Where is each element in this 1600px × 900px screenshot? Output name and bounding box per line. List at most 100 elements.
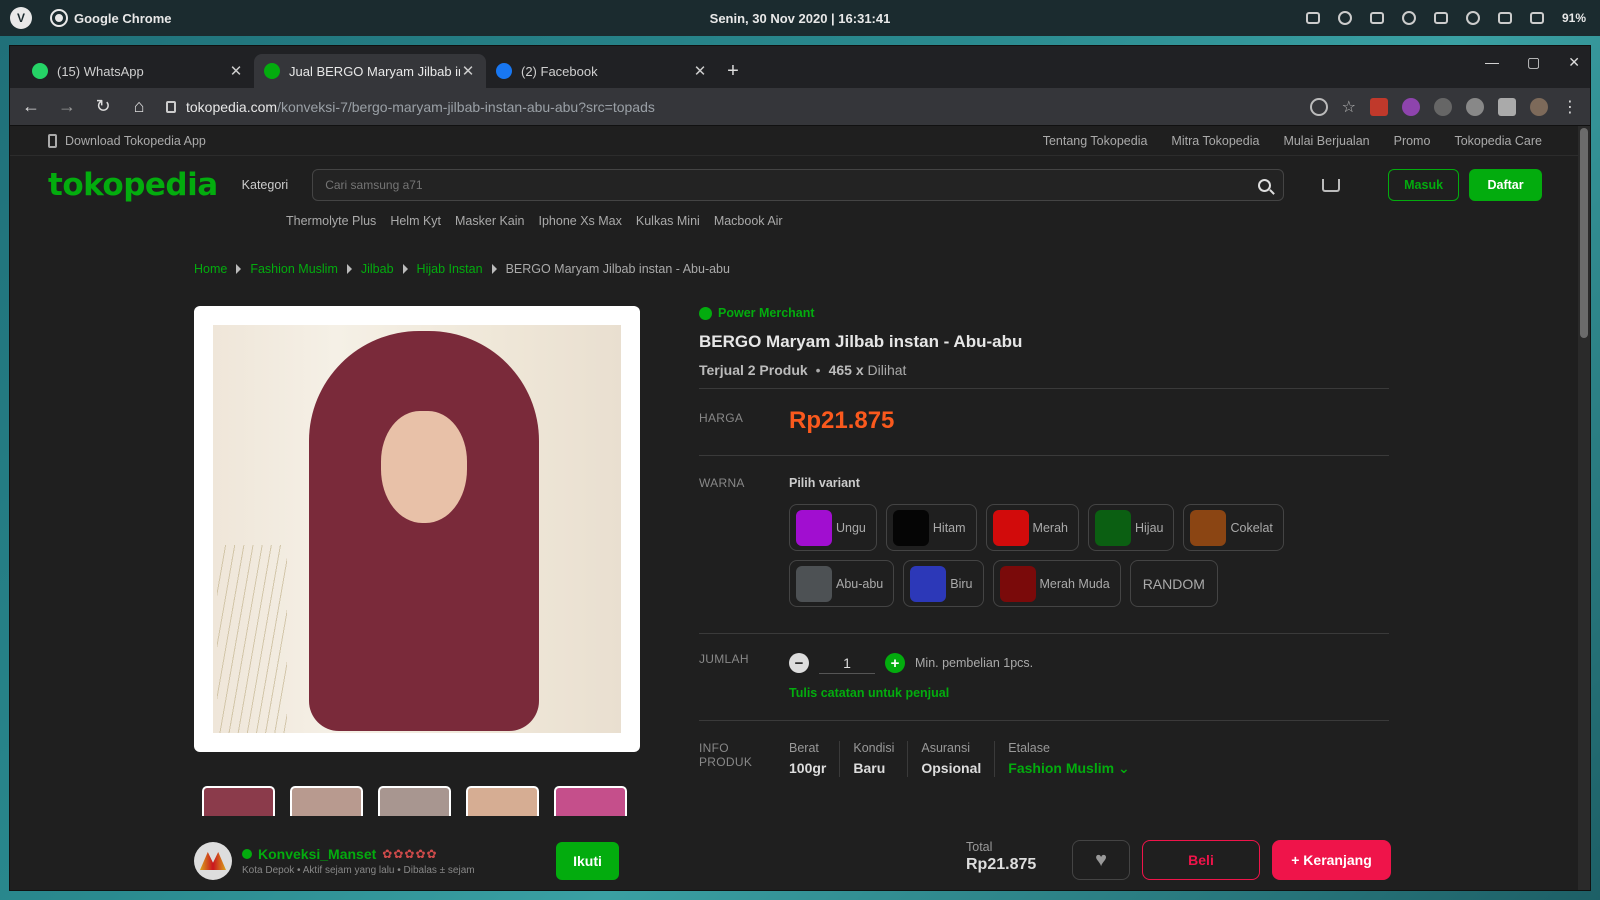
star-icon[interactable]: ☆ <box>1342 97 1356 117</box>
thumbnail[interactable] <box>466 786 539 816</box>
seller-avatar[interactable] <box>194 842 232 880</box>
breadcrumb-home[interactable]: Home <box>194 262 227 276</box>
trending-item[interactable]: Macbook Air <box>714 214 783 234</box>
price-row: HARGA Rp21.875 <box>699 389 1389 455</box>
trending-item[interactable]: Thermolyte Plus <box>286 214 376 234</box>
trending-item[interactable]: Kulkas Mini <box>636 214 700 234</box>
badge-label: Power Merchant <box>718 306 815 320</box>
wifi-icon[interactable] <box>1465 11 1480 25</box>
link-mitra[interactable]: Mitra Tokopedia <box>1171 134 1259 148</box>
close-tab-icon[interactable]: ✕ <box>460 62 476 80</box>
cloud-icon[interactable] <box>1305 12 1320 24</box>
variant-hijau[interactable]: Hijau <box>1087 504 1175 551</box>
tokopedia-logo[interactable]: tokopedia <box>48 167 218 203</box>
new-tab-button[interactable]: + <box>718 54 748 88</box>
info-label: INFO PRODUK <box>699 741 789 777</box>
variant-merah[interactable]: Merah <box>985 504 1079 551</box>
volume-icon[interactable] <box>1497 12 1512 24</box>
scrollbar-thumb[interactable] <box>1580 128 1588 338</box>
tab-title: (2) Facebook <box>521 63 598 79</box>
page-scrollbar[interactable] <box>1578 126 1590 890</box>
product-info: Power Merchant BERGO Maryam Jilbab insta… <box>699 306 1389 797</box>
variant-options: Ungu Hitam Merah Hijau Cokelat Abu-abu B… <box>789 504 1359 607</box>
thumbnail[interactable] <box>202 786 275 816</box>
rocket-icon[interactable] <box>1434 97 1452 116</box>
url-path: /konveksi-7/bergo-maryam-jilbab-instan-a… <box>277 98 655 115</box>
breadcrumb-hijab-instan[interactable]: Hijab Instan <box>417 262 483 276</box>
add-icon[interactable] <box>1309 97 1328 116</box>
clipboard-icon[interactable] <box>1433 12 1448 24</box>
breadcrumb-fashion-muslim[interactable]: Fashion Muslim <box>250 262 338 276</box>
tab-whatsapp[interactable]: (15) WhatsApp ✕ <box>22 54 254 88</box>
variant-abu-abu[interactable]: Abu-abu <box>789 560 895 607</box>
decrease-qty-button[interactable]: − <box>789 653 809 673</box>
variant-random[interactable]: RANDOM <box>1129 560 1218 607</box>
record-icon[interactable] <box>1401 11 1416 25</box>
search-icon[interactable] <box>1258 178 1272 192</box>
close-window-icon[interactable]: ✕ <box>1568 54 1580 71</box>
home-icon[interactable]: ⌂ <box>130 96 148 117</box>
link-promo[interactable]: Promo <box>1394 134 1431 148</box>
thumbnail[interactable] <box>378 786 451 816</box>
cart-icon[interactable] <box>1322 178 1341 192</box>
tab-tokopedia[interactable]: Jual BERGO Maryam Jilbab instan ✕ <box>254 54 486 88</box>
browser-toolbar: ← → ↻ ⌂ tokopedia.com/konveksi-7/bergo-m… <box>10 88 1590 126</box>
info-cell-value: Baru <box>853 760 886 776</box>
variant-merah-muda[interactable]: Merah Muda <box>992 560 1121 607</box>
variant-ungu[interactable]: Ungu <box>789 504 877 551</box>
thumbnail[interactable] <box>290 786 363 816</box>
menu-dots-icon[interactable]: ⋮ <box>1562 97 1578 117</box>
battery-icon[interactable] <box>1529 12 1544 24</box>
forward-icon[interactable]: → <box>58 96 76 117</box>
breadcrumb-jilbab[interactable]: Jilbab <box>361 262 394 276</box>
circle-icon[interactable] <box>1337 11 1352 25</box>
tab-facebook[interactable]: (2) Facebook ✕ <box>486 54 718 88</box>
puzzle-icon[interactable] <box>1498 97 1516 116</box>
etalase-link[interactable]: Fashion Muslim ⌄ <box>1008 760 1129 777</box>
kategori-menu[interactable]: Kategori <box>242 178 289 192</box>
login-button[interactable]: Masuk <box>1388 169 1460 201</box>
variant-cokelat[interactable]: Cokelat <box>1183 504 1284 551</box>
close-tab-icon[interactable]: ✕ <box>692 62 708 80</box>
trending-item[interactable]: Iphone Xs Max <box>539 214 622 234</box>
trending-item[interactable]: Masker Kain <box>455 214 524 234</box>
seller-name[interactable]: Konveksi_Manset <box>258 846 376 862</box>
cloud-extension-icon[interactable] <box>1466 97 1484 116</box>
maximize-icon[interactable]: ▢ <box>1527 54 1540 71</box>
add-to-cart-button[interactable]: + Keranjang <box>1272 840 1391 880</box>
address-bar[interactable]: tokopedia.com/konveksi-7/bergo-maryam-ji… <box>166 92 1292 122</box>
reload-icon[interactable]: ↻ <box>94 96 112 117</box>
decor-stems <box>217 545 287 733</box>
seller-note-link[interactable]: Tulis catatan untuk penjual <box>789 686 1033 700</box>
trending-keywords: Thermolyte Plus Helm Kyt Masker Kain Iph… <box>10 214 1580 234</box>
register-button[interactable]: Daftar <box>1469 169 1542 201</box>
variant-biru[interactable]: Biru <box>903 560 984 607</box>
extension-icon[interactable] <box>1402 97 1420 116</box>
profile-avatar[interactable] <box>1530 97 1548 116</box>
close-tab-icon[interactable]: ✕ <box>228 62 244 80</box>
os-menu-icon[interactable]: V <box>10 7 32 29</box>
link-tentang[interactable]: Tentang Tokopedia <box>1043 134 1148 148</box>
link-mulai-berjualan[interactable]: Mulai Berjualan <box>1283 134 1369 148</box>
bottom-action-bar: Konveksi_Manset ✿✿✿✿✿ Kota Depok • Aktif… <box>10 838 1580 890</box>
follow-button[interactable]: Ikuti <box>556 842 619 880</box>
dot-separator: • <box>815 362 821 378</box>
buy-button[interactable]: Beli <box>1142 840 1260 880</box>
product-photo[interactable] <box>213 325 621 733</box>
wishlist-heart-icon[interactable]: ♥ <box>1072 840 1130 880</box>
trending-item[interactable]: Helm Kyt <box>390 214 441 234</box>
quantity-input[interactable] <box>819 652 875 674</box>
window-icon[interactable] <box>1369 12 1384 24</box>
minimize-icon[interactable]: — <box>1485 54 1499 71</box>
info-cell-label: Asuransi <box>921 741 970 755</box>
lock-icon[interactable] <box>166 100 176 113</box>
increase-qty-button[interactable]: + <box>885 653 905 673</box>
back-icon[interactable]: ← <box>22 96 40 117</box>
views-count: 465 x <box>828 362 864 378</box>
search-input[interactable] <box>325 178 1259 192</box>
adblock-icon[interactable] <box>1370 97 1388 116</box>
variant-hitam[interactable]: Hitam <box>885 504 977 551</box>
download-app-link[interactable]: Download Tokopedia App <box>65 134 206 148</box>
link-care[interactable]: Tokopedia Care <box>1454 134 1542 148</box>
thumbnail[interactable] <box>554 786 627 816</box>
